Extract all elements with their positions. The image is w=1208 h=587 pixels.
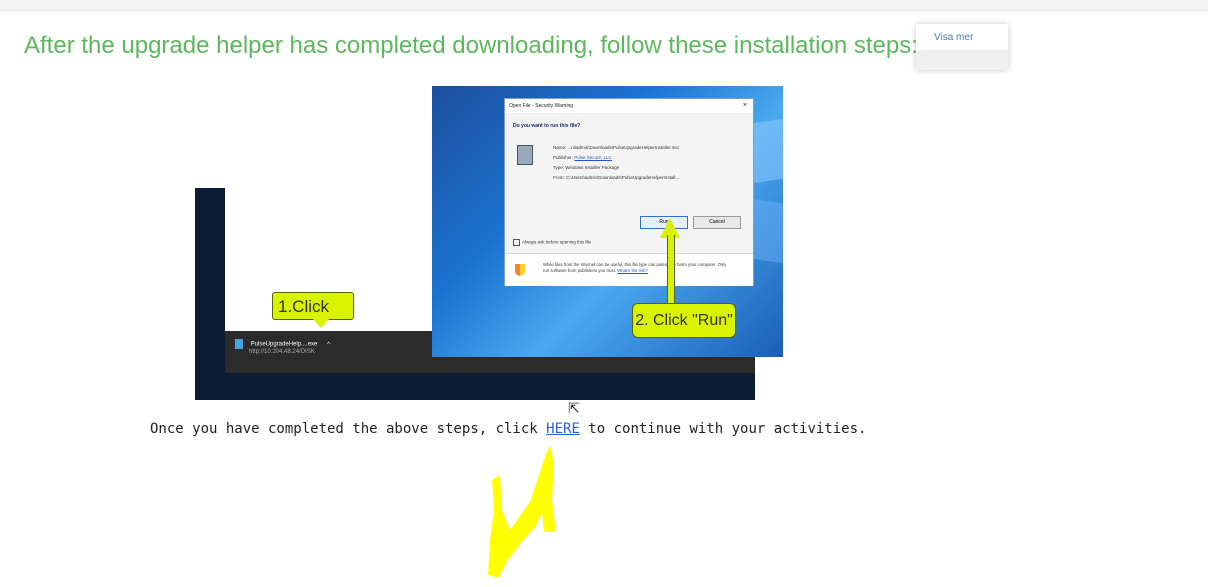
from-value: C:\Users\admin\Downloads\PulseUpgradeHel… xyxy=(566,175,680,180)
name-label: Name: xyxy=(553,145,567,150)
warning-panel: While files from the Internet can be use… xyxy=(505,253,753,286)
visa-mer-link[interactable]: Visa mer xyxy=(934,32,973,43)
yellow-arrow-annotation xyxy=(488,446,556,578)
top-bar xyxy=(0,0,1208,11)
dialog-title: Open File - Security Warning × xyxy=(505,99,753,113)
name-value: ...ni\admin\Downloads\PulseUpgradeHelper… xyxy=(567,145,679,150)
shield-icon xyxy=(515,264,525,276)
installer-package-icon xyxy=(517,145,533,165)
file-icon xyxy=(235,339,243,349)
message-text-before: Once you have completed the above steps,… xyxy=(150,421,547,437)
always-ask-checkbox: Always ask before opening this file xyxy=(513,239,591,246)
page-heading: After the upgrade helper has completed d… xyxy=(24,32,918,59)
mouse-cursor-icon: ⇱ xyxy=(568,400,580,416)
from-label: From: xyxy=(553,175,565,180)
security-warning-dialog: Open File - Security Warning × Do you wa… xyxy=(504,98,754,286)
dialog-question: Do you want to run this file? xyxy=(513,123,581,129)
visa-mer-popup[interactable]: Visa mer xyxy=(916,24,1008,70)
download-file-name: PulseUpgradeHelp....exe xyxy=(250,341,318,348)
always-ask-label: Always ask before opening this file xyxy=(522,239,592,245)
here-link[interactable]: HERE xyxy=(546,421,580,437)
yellow-arrow-stroke xyxy=(488,446,556,578)
cancel-button: Cancel xyxy=(693,216,741,229)
warning-link: What's the risk? xyxy=(617,268,648,273)
dialog-title-text: Open File - Security Warning xyxy=(509,103,574,109)
checkbox-icon xyxy=(513,239,520,246)
callout-arrow-shaft xyxy=(667,235,675,305)
callout-click-1: 1.Click xyxy=(272,292,354,328)
dialog-file-info: Name: ...ni\admin\Downloads\PulseUpgrade… xyxy=(513,143,745,183)
download-file-url: http://10.204.48.24/DISK xyxy=(249,349,315,355)
download-item: PulseUpgradeHelp....exe ^ http://10.204.… xyxy=(235,339,330,355)
completion-message: Once you have completed the above steps,… xyxy=(150,421,866,437)
type-label: Type: xyxy=(553,165,565,170)
message-text-after: to continue with your activities. xyxy=(579,421,867,437)
chevron-up-icon: ^ xyxy=(327,341,330,348)
publisher-label: Publisher: xyxy=(553,155,574,160)
type-value: Windows Installer Package xyxy=(565,165,620,170)
popup-fade xyxy=(916,50,1008,70)
close-icon: × xyxy=(742,102,747,109)
callout-click-run: 2. Click "Run" xyxy=(632,303,736,338)
publisher-value: Pulse Secure, LLC xyxy=(574,155,612,160)
